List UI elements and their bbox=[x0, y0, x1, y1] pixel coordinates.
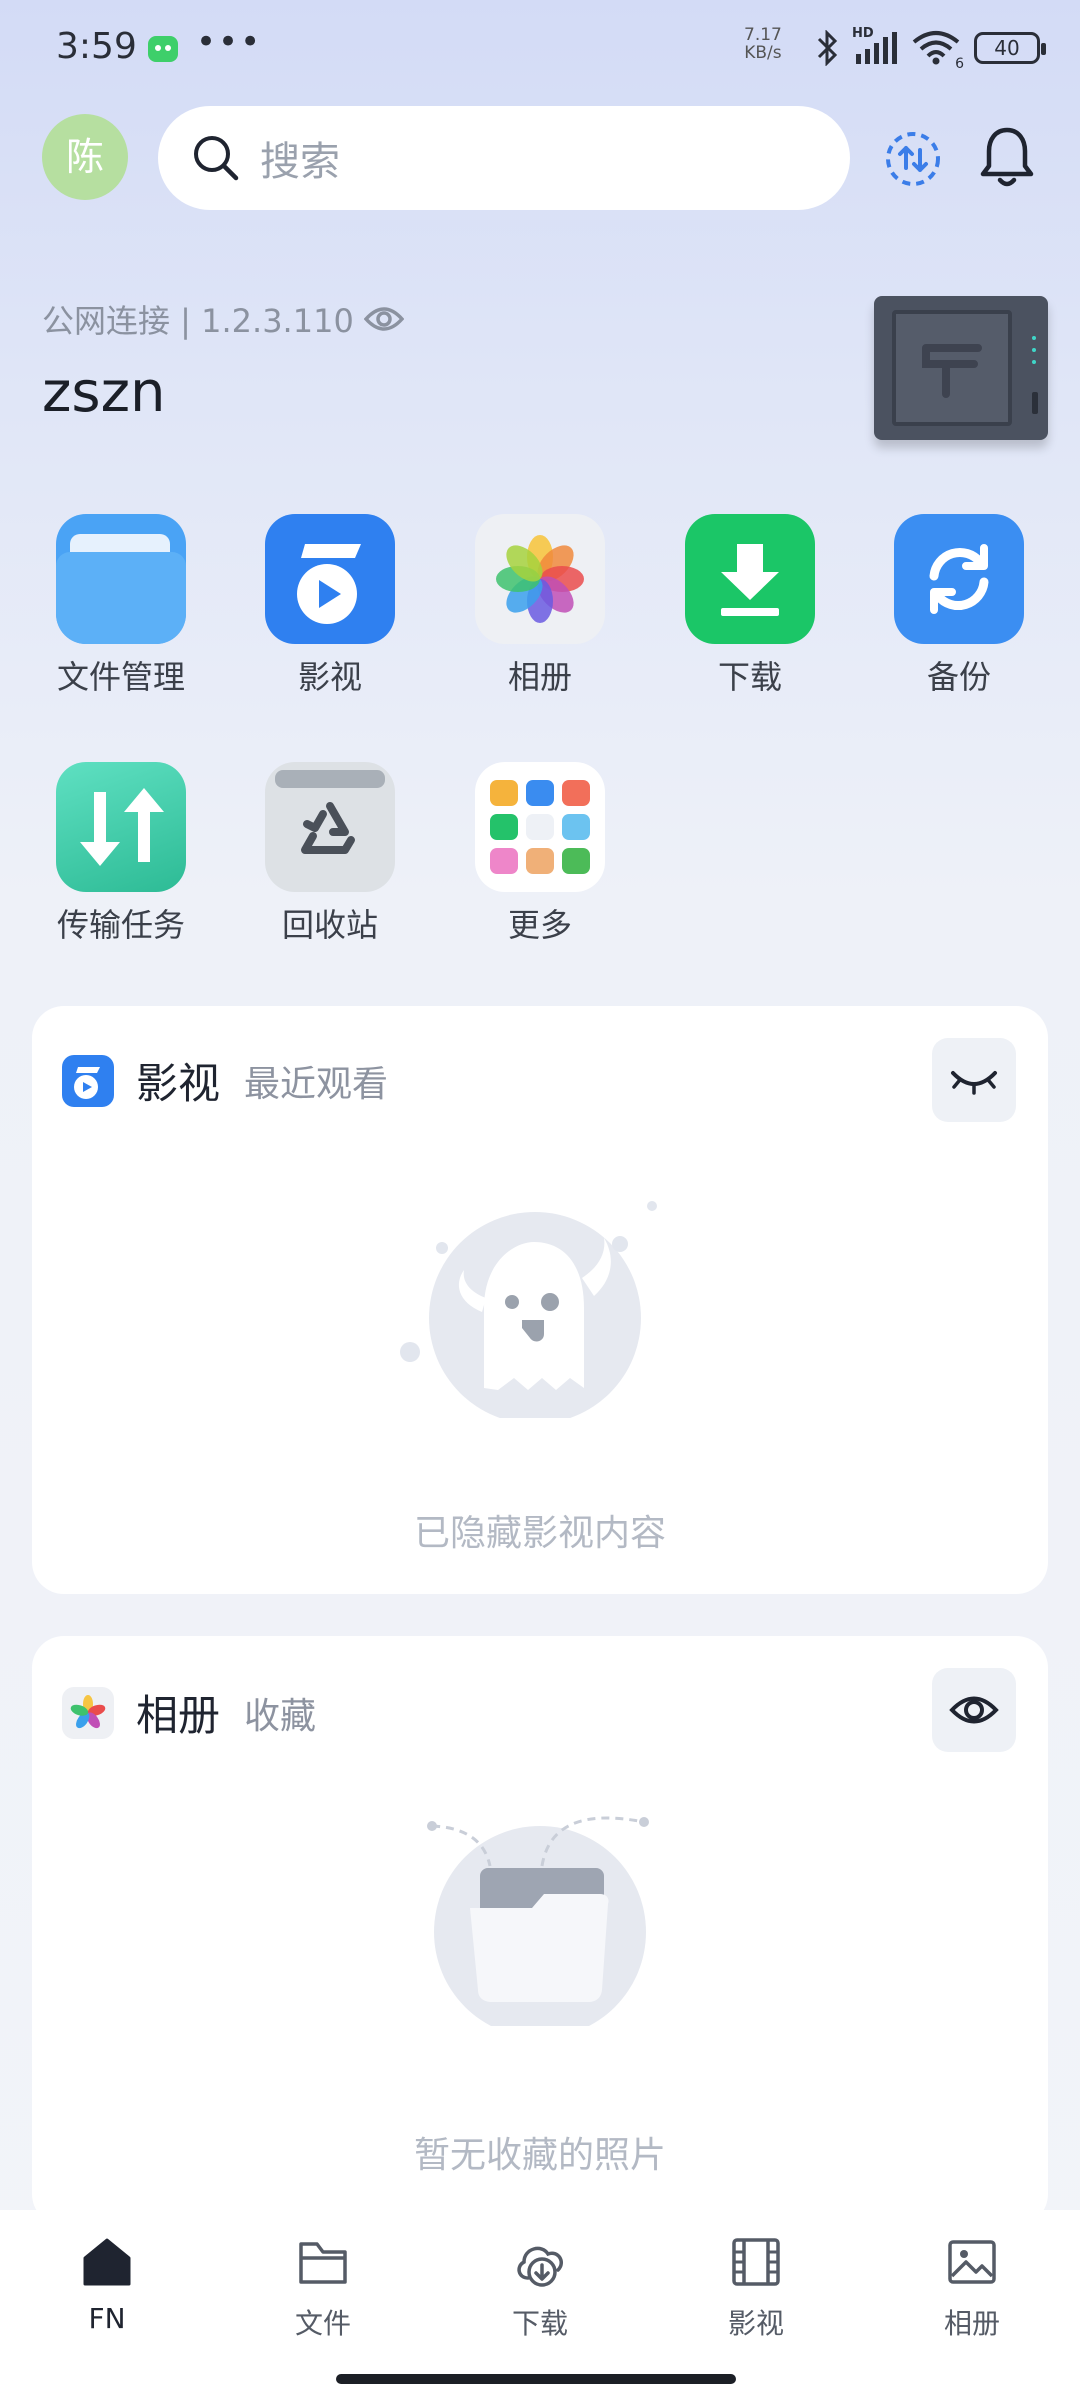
app-label: 相册 bbox=[507, 658, 572, 696]
app-label: 回收站 bbox=[281, 906, 378, 944]
app-photos[interactable]: 相册 bbox=[455, 514, 625, 698]
nav-item-files[interactable]: 文件 bbox=[248, 2234, 398, 2342]
home-icon bbox=[83, 2238, 131, 2286]
eye-icon[interactable] bbox=[363, 305, 404, 333]
cloud-download-icon bbox=[517, 2246, 563, 2287]
wifi-6-badge: 6 bbox=[955, 56, 964, 72]
network-speed-unit: KB/s bbox=[744, 43, 782, 63]
nav-label: 下载 bbox=[511, 2307, 568, 2340]
sync-icon bbox=[894, 514, 1024, 644]
app-more[interactable]: 更多 bbox=[455, 762, 625, 946]
search-placeholder: 搜索 bbox=[260, 139, 340, 185]
visibility-toggle-button[interactable] bbox=[932, 1668, 1016, 1752]
nav-item-video[interactable]: 影视 bbox=[681, 2234, 831, 2342]
app-recycle-bin[interactable]: 回收站 bbox=[245, 762, 415, 946]
network-hd-badge: HD bbox=[852, 26, 874, 41]
nas-logo-icon bbox=[922, 344, 982, 398]
more-notifications-icon: ••• bbox=[196, 22, 263, 62]
card-title: 影视 bbox=[136, 1059, 221, 1108]
app-transfer-tasks[interactable]: 传输任务 bbox=[36, 762, 206, 946]
search-icon bbox=[194, 136, 239, 181]
photos-flower-icon bbox=[475, 514, 605, 644]
card-title: 相册 bbox=[136, 1691, 221, 1740]
bottom-navigation: FN 文件 下载 影视 相册 bbox=[0, 2210, 1080, 2400]
album-card: 相册 收藏 暂无收藏的照片 bbox=[32, 1636, 1048, 2226]
nas-device-image bbox=[874, 296, 1048, 440]
app-label: 下载 bbox=[717, 658, 782, 696]
network-speed: 7.17 KB/s bbox=[744, 26, 782, 62]
more-grid-icon bbox=[475, 762, 605, 892]
app-label: 文件管理 bbox=[56, 658, 185, 696]
download-icon bbox=[685, 514, 815, 644]
bluetooth-icon bbox=[817, 30, 838, 66]
status-time: 3:59 bbox=[56, 26, 137, 67]
empty-state-text: 已隐藏影视内容 bbox=[413, 1513, 666, 1554]
nav-item-album[interactable]: 相册 bbox=[897, 2234, 1047, 2342]
status-icons: HD 6 40 bbox=[816, 26, 1046, 72]
nav-item-fn[interactable]: FN bbox=[32, 2234, 182, 2335]
home-indicator[interactable] bbox=[336, 2374, 736, 2384]
photos-flower-icon bbox=[62, 1686, 114, 1739]
video-card-header: 影视 最近观看 bbox=[62, 1050, 388, 1111]
network-speed-value: 7.17 bbox=[744, 25, 782, 45]
robot-notification-icon bbox=[148, 36, 178, 62]
app-label: 影视 bbox=[297, 658, 362, 696]
device-name: zszn bbox=[42, 360, 166, 425]
app-download[interactable]: 下载 bbox=[665, 514, 835, 698]
nav-label: 影视 bbox=[727, 2307, 784, 2340]
image-icon bbox=[948, 2240, 996, 2284]
status-bar: 3:59 ••• 7.17 KB/s HD 6 40 bbox=[0, 0, 1080, 96]
video-card: 影视 最近观看 已隐藏影视内容 bbox=[32, 1006, 1048, 1594]
eye-closed-icon bbox=[951, 1071, 997, 1095]
nav-label: 相册 bbox=[943, 2307, 1000, 2340]
nav-label: 文件 bbox=[294, 2307, 351, 2340]
show-hidden-button[interactable] bbox=[932, 1038, 1016, 1122]
film-strip-icon bbox=[732, 2238, 780, 2286]
film-icon bbox=[265, 514, 395, 644]
empty-state-text: 暂无收藏的照片 bbox=[413, 2135, 666, 2176]
empty-folder-illustration-icon bbox=[427, 1816, 649, 2026]
film-icon bbox=[62, 1054, 114, 1107]
folder-icon bbox=[56, 514, 186, 644]
avatar[interactable]: 陈 bbox=[42, 114, 128, 200]
connection-info: 公网连接 | 1.2.3.110 bbox=[42, 296, 404, 342]
app-label: 传输任务 bbox=[56, 906, 185, 944]
folder-outline-icon bbox=[299, 2242, 347, 2284]
connection-text: 公网连接 | 1.2.3.110 bbox=[42, 302, 354, 340]
upload-download-icon[interactable] bbox=[882, 128, 944, 190]
cellular-signal-icon: HD bbox=[852, 26, 898, 66]
search-bar[interactable]: 搜索 bbox=[158, 106, 850, 210]
album-card-header: 相册 收藏 bbox=[62, 1682, 316, 1743]
card-subtitle: 收藏 bbox=[244, 1695, 317, 1737]
wifi-icon: 6 bbox=[912, 30, 964, 72]
eye-icon bbox=[949, 1696, 999, 1724]
app-label: 备份 bbox=[926, 658, 991, 696]
app-video[interactable]: 影视 bbox=[245, 514, 415, 698]
nav-item-download[interactable]: 下载 bbox=[465, 2234, 615, 2342]
recycle-icon bbox=[265, 762, 395, 892]
battery-icon: 40 bbox=[974, 32, 1046, 64]
transfer-icon bbox=[56, 762, 186, 892]
card-subtitle: 最近观看 bbox=[244, 1063, 389, 1105]
app-backup[interactable]: 备份 bbox=[874, 514, 1044, 698]
app-file-manager[interactable]: 文件管理 bbox=[36, 514, 206, 698]
app-label: 更多 bbox=[507, 906, 572, 944]
nav-label: FN bbox=[88, 2302, 126, 2335]
ghost-illustration-icon bbox=[400, 1201, 657, 1418]
bell-icon[interactable] bbox=[976, 124, 1038, 190]
